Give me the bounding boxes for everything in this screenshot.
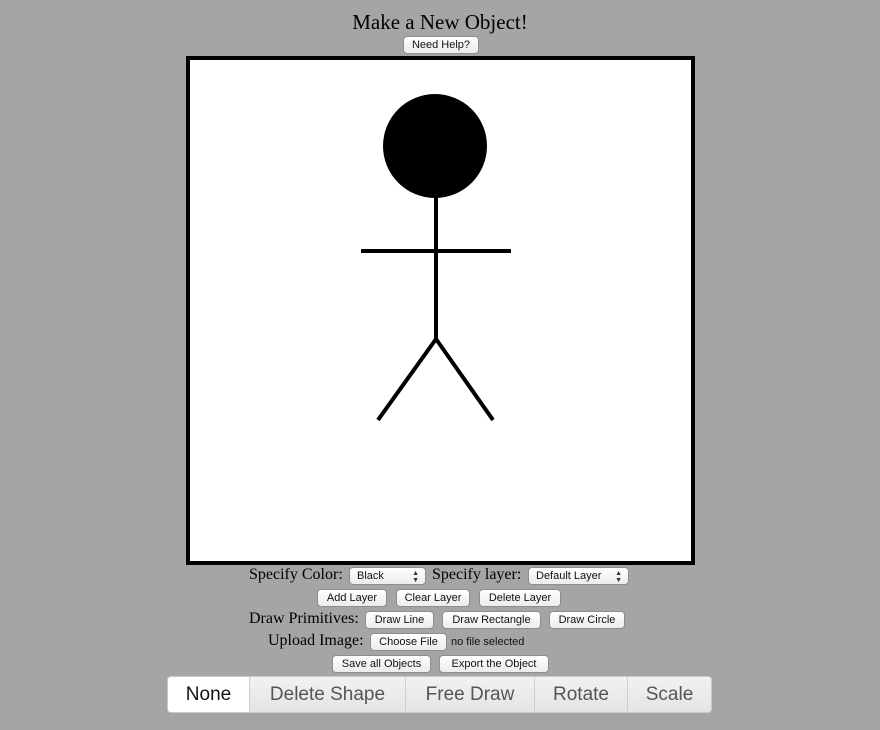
tab-delete-shape[interactable]: Delete Shape: [250, 677, 406, 712]
tab-rotate[interactable]: Rotate: [535, 677, 628, 712]
page-title: Make a New Object!: [352, 10, 528, 34]
layer-select[interactable]: Default Layer ▲ ▼: [528, 567, 629, 585]
delete-layer-button[interactable]: Delete Layer: [479, 589, 561, 607]
canvas-svg: [361, 94, 511, 422]
mode-tabs: None Delete Shape Free Draw Rotate Scale: [167, 676, 712, 713]
choose-file-button[interactable]: Choose File: [370, 633, 447, 651]
color-label: Specify Color:: [249, 566, 343, 583]
select-arrows-icon: ▲ ▼: [412, 570, 419, 584]
layer-select-value: Default Layer: [536, 570, 602, 582]
stick-figure-left-leg[interactable]: [376, 337, 438, 422]
color-select[interactable]: Black ▲ ▼: [349, 567, 426, 585]
primitives-label: Draw Primitives:: [249, 610, 359, 627]
layer-label: Specify layer:: [432, 566, 522, 583]
save-all-objects-button[interactable]: Save all Objects: [332, 655, 431, 673]
select-arrows-icon: ▲ ▼: [615, 570, 622, 584]
drawing-canvas[interactable]: [186, 56, 695, 565]
stick-figure-head[interactable]: [383, 94, 487, 198]
clear-layer-button[interactable]: Clear Layer: [396, 589, 470, 607]
draw-circle-button[interactable]: Draw Circle: [549, 611, 625, 629]
stick-figure-right-leg[interactable]: [434, 337, 495, 422]
upload-label: Upload Image:: [268, 632, 364, 649]
add-layer-button[interactable]: Add Layer: [317, 589, 387, 607]
color-select-value: Black: [357, 570, 384, 582]
tab-none[interactable]: None: [168, 677, 250, 712]
tab-scale[interactable]: Scale: [628, 677, 711, 712]
draw-rectangle-button[interactable]: Draw Rectangle: [442, 611, 541, 629]
draw-line-button[interactable]: Draw Line: [365, 611, 434, 629]
tab-free-draw[interactable]: Free Draw: [406, 677, 535, 712]
need-help-button[interactable]: Need Help?: [403, 36, 479, 54]
export-object-button[interactable]: Export the Object: [439, 655, 549, 673]
file-status-text: no file selected: [451, 636, 525, 648]
